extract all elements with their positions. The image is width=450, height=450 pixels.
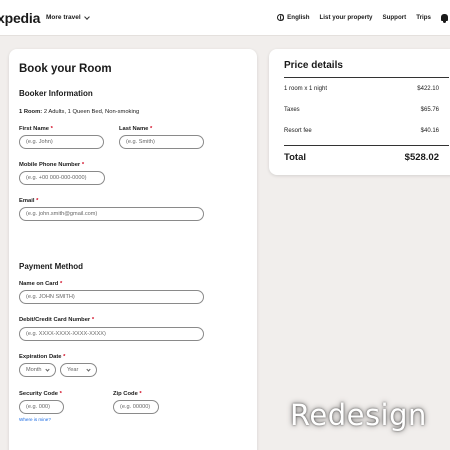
total-label: Total [284,152,306,163]
expiration-month-select[interactable]: Month [19,363,56,377]
name-on-card-label: Name on Card * [19,281,63,287]
header-actions: English List your property Support Trips [277,14,450,23]
price-row-label: 1 room x 1 night [284,86,328,92]
month-value: Month [26,367,42,373]
year-value: Year [67,367,79,373]
room-summary: 1 Room: 2 Adults, 1 Queen Bed, Non-smoki… [19,109,139,115]
phone-field[interactable]: (e.g. +00 000-000-0000) [19,171,105,185]
chevron-down-icon [86,366,91,372]
price-details-card: Price details 1 room x 1 night $422.10 T… [269,49,450,175]
name-on-card-field[interactable]: (e.g. JOHN SMITH) [19,290,204,304]
last-name-field[interactable]: (e.g. Smith) [119,135,204,149]
booker-info-heading: Booker Information [19,89,93,98]
chevron-down-icon [45,366,50,372]
phone-label: Mobile Phone Number * [19,162,85,168]
top-navigation-bar: xpedia More travel English List your pro… [0,0,450,36]
first-name-label: First Name * [19,126,53,132]
price-row: Resort fee $40.16 [284,128,439,134]
price-details-title: Price details [284,60,343,71]
divider [284,145,449,146]
language-selector[interactable]: English [277,14,310,21]
payment-method-heading: Payment Method [19,262,84,271]
price-row: 1 room x 1 night $422.10 [284,86,439,92]
price-row-label: Taxes [284,107,300,113]
list-property-link[interactable]: List your property [320,14,373,21]
support-link[interactable]: Support [382,14,406,21]
room-detail: 2 Adults, 1 Queen Bed, Non-smoking [42,109,140,115]
chevron-down-icon [83,13,90,20]
trips-link[interactable]: Trips [416,14,431,21]
price-total-row: Total $528.02 [284,152,439,163]
expedia-logo[interactable]: xpedia [0,10,40,26]
price-row-value: $40.16 [420,128,439,134]
redesign-watermark: Redesign [290,398,427,432]
expiration-date-label: Expiration Date * [19,354,66,360]
security-code-label: Security Code * [19,391,62,397]
last-name-label: Last Name * [119,126,153,132]
price-row-label: Resort fee [284,128,312,134]
booking-form-card: Book your Room Booker Information 1 Room… [9,49,257,450]
security-code-field[interactable]: (e.g. 000) [19,400,64,414]
where-is-mine-link[interactable]: Where is mine? [19,417,51,422]
page-title: Book your Room [19,63,112,75]
notification-bell-icon[interactable] [441,14,448,23]
zip-code-field[interactable]: (e.g. 00000) [113,400,159,414]
language-label: English [287,14,310,21]
globe-icon [277,14,285,21]
more-travel-menu[interactable]: More travel [46,13,90,21]
email-label: Email * [19,198,39,204]
divider [284,77,449,78]
total-value: $528.02 [404,152,439,163]
zip-code-label: Zip Code * [113,391,142,397]
room-count: 1 Room: [19,109,43,115]
price-row-value: $422.10 [417,86,439,92]
first-name-field[interactable]: (e.g. John) [19,135,104,149]
price-row-value: $65.76 [420,107,439,113]
expiration-year-select[interactable]: Year [60,363,97,377]
more-travel-label: More travel [46,14,81,21]
email-field[interactable]: (e.g. john.smith@gmail.com) [19,207,204,221]
price-row: Taxes $65.76 [284,107,439,113]
card-number-label: Debit/Credit Card Number * [19,317,95,323]
card-number-field[interactable]: (e.g. XXXX-XXXX-XXXX-XXXX) [19,327,204,341]
